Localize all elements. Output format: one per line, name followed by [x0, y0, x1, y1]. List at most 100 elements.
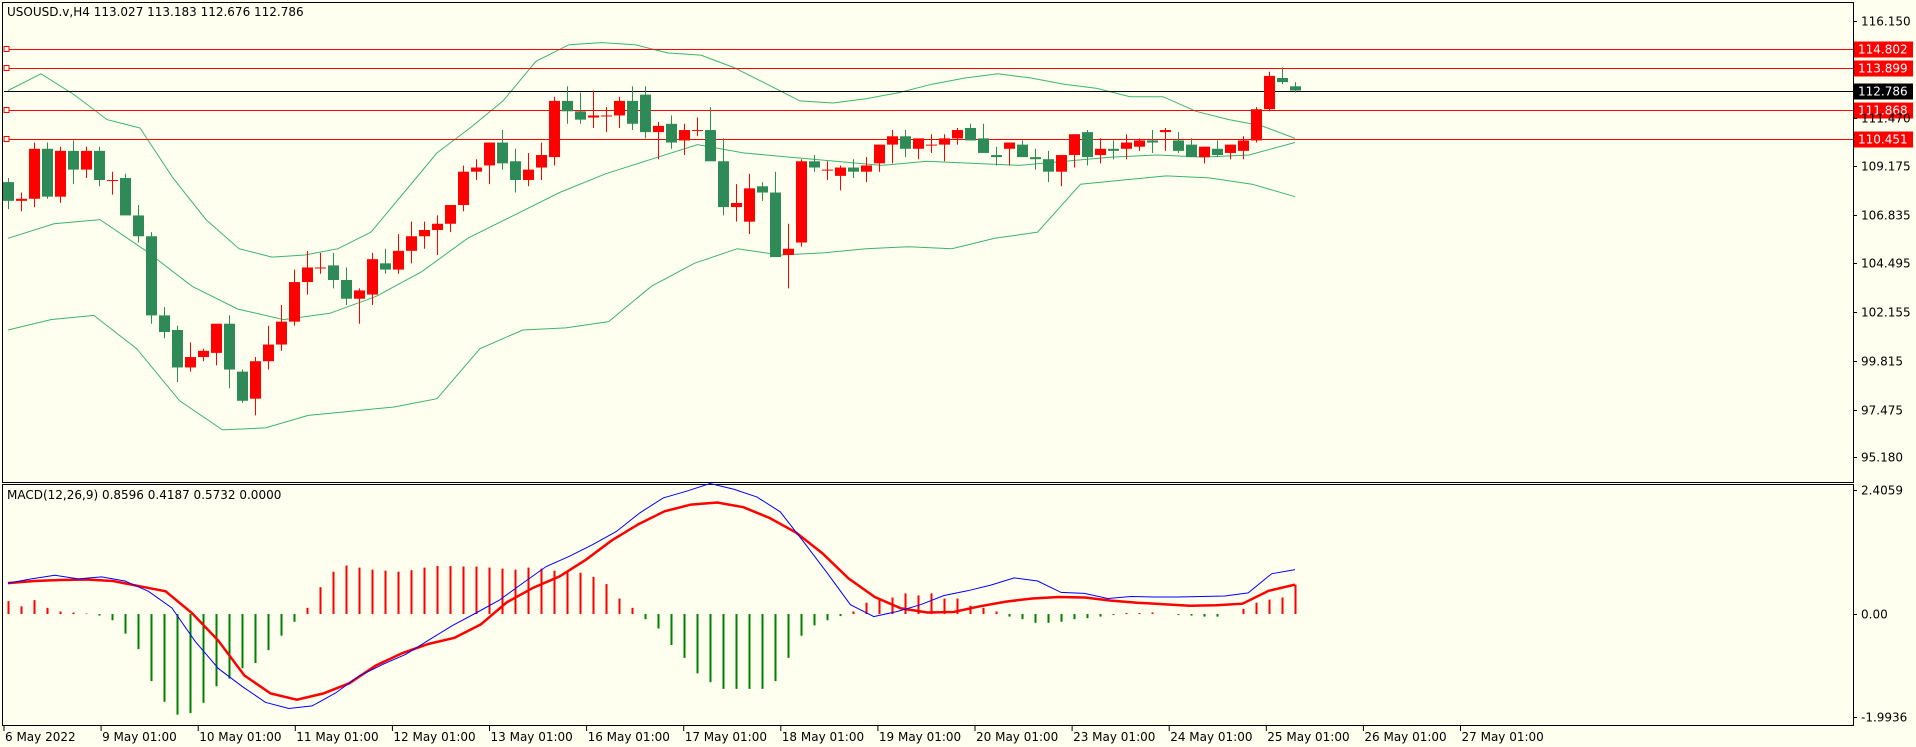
- candle-body: [432, 223, 443, 231]
- price-tick-label: 109.175: [1861, 160, 1911, 174]
- candle-body: [81, 150, 92, 170]
- candle-body: [887, 136, 898, 145]
- candle-body: [289, 282, 300, 322]
- candle-body: [107, 180, 118, 182]
- candle-body: [68, 150, 79, 170]
- price-tick-label: 102.155: [1861, 306, 1911, 320]
- candle-body: [94, 150, 105, 181]
- candle-body: [1238, 140, 1249, 151]
- time-tick-label: 25 May 01:00: [1267, 730, 1349, 744]
- candle-body: [1108, 148, 1119, 151]
- candle-body: [1173, 140, 1184, 151]
- macd-tick-label: -1.9936: [1861, 711, 1907, 725]
- time-tick-label: 27 May 01:00: [1462, 730, 1544, 744]
- candle-body: [1030, 157, 1041, 160]
- time-tick-label: 26 May 01:00: [1364, 730, 1446, 744]
- candle: [29, 142, 40, 208]
- candle: [55, 146, 66, 203]
- price-tick-label: 116.150: [1861, 15, 1911, 29]
- candle-body: [991, 155, 1002, 158]
- candle-body: [874, 144, 885, 164]
- candle-body: [666, 123, 677, 143]
- candle-body: [692, 130, 703, 132]
- candle-body: [1160, 130, 1171, 133]
- candle-body: [913, 138, 924, 149]
- candle-body: [965, 127, 976, 141]
- candle: [42, 142, 53, 199]
- candle-body: [172, 329, 183, 368]
- candle-body: [341, 279, 352, 299]
- time-tick-label: 10 May 01:00: [199, 730, 281, 744]
- candle-body: [614, 100, 625, 116]
- candle-body: [185, 357, 196, 368]
- level-price-label-2: 113.899: [1858, 62, 1908, 76]
- candle-body: [328, 265, 339, 280]
- candle-body: [367, 259, 378, 295]
- level-handle-1: [3, 46, 10, 52]
- time-tick-label: 23 May 01:00: [1073, 730, 1155, 744]
- macd-tick-label: 2.4059: [1861, 484, 1903, 498]
- candle-body: [588, 115, 599, 118]
- candle-body: [562, 100, 573, 112]
- candle: [458, 165, 469, 212]
- candle-body: [16, 198, 27, 201]
- candle-body: [315, 267, 326, 269]
- candle-body: [536, 155, 547, 168]
- level-price-label-1: 114.802: [1858, 43, 1908, 57]
- candle-body: [354, 290, 365, 299]
- candle-body: [809, 161, 820, 168]
- candle-body: [1264, 75, 1275, 110]
- candle-body: [1212, 148, 1223, 156]
- price-tick-label: 104.495: [1861, 257, 1911, 271]
- candle-body: [406, 236, 417, 251]
- symbol-header: USOUSD.v,H4 113.027 113.183 112.676 112.…: [7, 5, 304, 19]
- candle-body: [601, 115, 612, 117]
- candle-body: [250, 361, 261, 399]
- time-tick-label: 17 May 01:00: [685, 730, 767, 744]
- candle-body: [133, 215, 144, 237]
- candle-body: [939, 138, 950, 145]
- candle-body: [146, 236, 157, 316]
- candle-body: [1186, 144, 1197, 158]
- candle-body: [497, 142, 508, 164]
- candle-body: [393, 250, 404, 270]
- candle-body: [55, 150, 66, 197]
- candle-body: [1017, 144, 1028, 158]
- candle-body: [42, 148, 53, 197]
- candle-body: [224, 323, 235, 370]
- time-tick-label: 24 May 01:00: [1170, 730, 1252, 744]
- price-tick-label: 97.475: [1861, 404, 1903, 418]
- candle-body: [770, 192, 781, 258]
- macd-tick-label: 0.00: [1861, 608, 1888, 622]
- candle-body: [822, 169, 833, 171]
- level-price-label-4: 110.451: [1858, 133, 1908, 147]
- candle-body: [1121, 142, 1132, 149]
- candle-body: [419, 230, 430, 237]
- price-chart[interactable]: 114.802113.899111.868110.451112.786116.1…: [0, 0, 1916, 747]
- candle-body: [471, 167, 482, 172]
- candle-body: [1147, 140, 1158, 143]
- candle-body: [1251, 109, 1262, 141]
- candle-body: [575, 111, 586, 120]
- candle-body: [237, 371, 248, 401]
- candle-body: [1043, 159, 1054, 172]
- candle-body: [640, 94, 651, 133]
- candle-body: [978, 138, 989, 153]
- candle-body: [783, 248, 794, 255]
- price-tick-label: 95.180: [1861, 451, 1903, 465]
- candle-body: [549, 100, 560, 158]
- candle-body: [1069, 134, 1080, 156]
- candle: [237, 369, 248, 403]
- time-tick-label: 12 May 01:00: [393, 730, 475, 744]
- macd-header: MACD(12,26,9) 0.8596 0.4187 0.5732 0.000…: [7, 488, 281, 502]
- candle-body: [523, 169, 534, 181]
- candle-body: [198, 350, 209, 358]
- candle-body: [1056, 155, 1067, 172]
- candle-body: [510, 161, 521, 181]
- candle-body: [1095, 148, 1106, 156]
- price-tick-label: 99.815: [1861, 355, 1903, 369]
- candle-body: [1004, 142, 1015, 149]
- candle-body: [848, 167, 859, 172]
- candle-body: [952, 130, 963, 139]
- level-handle-2: [3, 65, 10, 71]
